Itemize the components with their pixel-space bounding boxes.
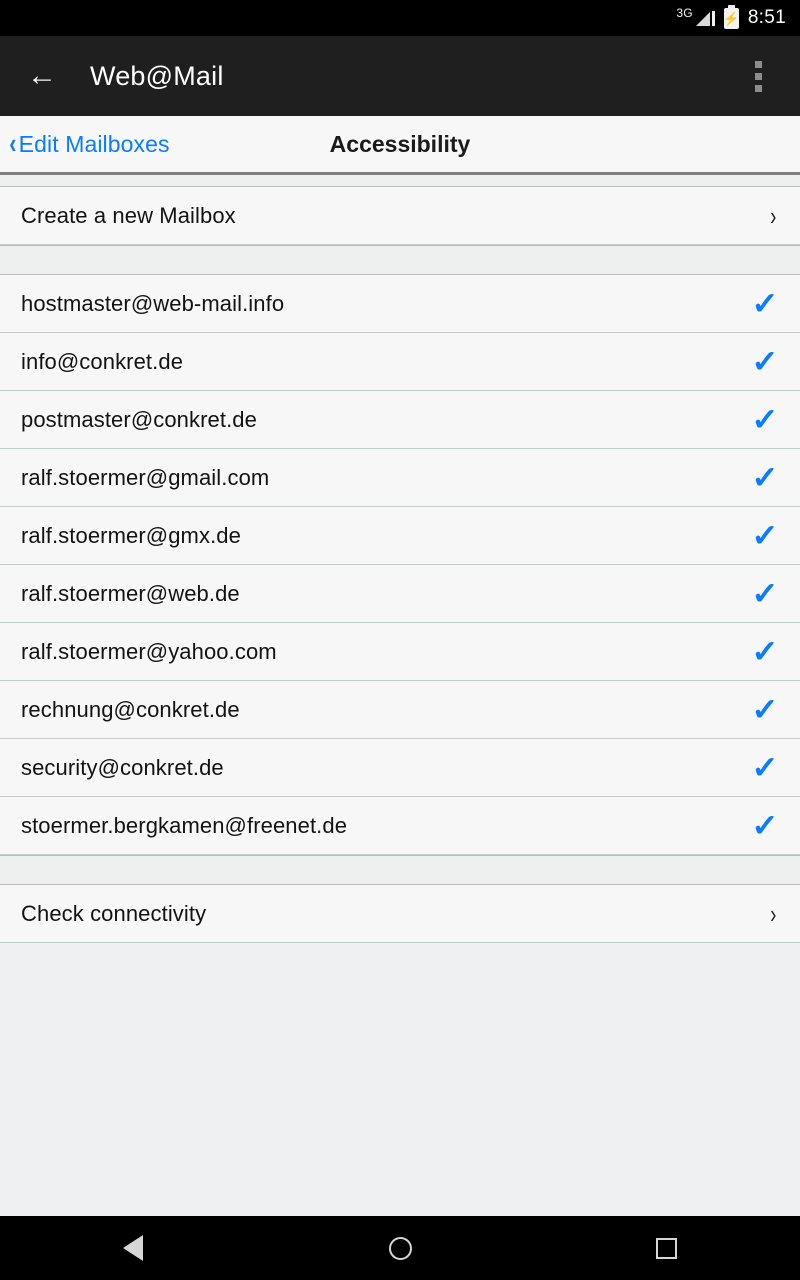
mailbox-email-label: ralf.stoermer@yahoo.com (21, 638, 277, 664)
nav-back-icon[interactable] (0, 1235, 267, 1261)
chevron-right-icon: › (770, 200, 777, 231)
checkmark-icon[interactable]: ✓ (751, 462, 778, 493)
create-mailbox-label: Create a new Mailbox (21, 202, 236, 228)
mailbox-row[interactable]: ralf.stoermer@gmail.com ✓ (0, 449, 800, 507)
mailbox-email-label: security@conkret.de (21, 754, 224, 780)
nav-recents-icon[interactable] (533, 1237, 800, 1259)
mailbox-email-label: rechnung@conkret.de (21, 696, 240, 722)
checkmark-icon[interactable]: ✓ (751, 404, 778, 435)
checkmark-icon[interactable]: ✓ (751, 288, 778, 319)
overflow-menu-icon[interactable] (738, 53, 778, 99)
nav-home-icon[interactable] (267, 1236, 534, 1260)
mailbox-row[interactable]: ralf.stoermer@gmx.de ✓ (0, 507, 800, 565)
battery-charging-icon: ⚡ (723, 4, 739, 29)
checkmark-icon[interactable]: ✓ (751, 636, 778, 667)
create-mailbox-row[interactable]: Create a new Mailbox › (0, 187, 800, 245)
edit-mailboxes-label: Edit Mailboxes (18, 130, 170, 157)
app-bar: ← Web@Mail (0, 36, 800, 116)
system-nav-bar (0, 1216, 800, 1280)
status-bar-clock: 8:51 (747, 7, 786, 28)
mailbox-email-label: info@conkret.de (21, 348, 184, 374)
mailbox-row[interactable]: stoermer.bergkamen@freenet.de ✓ (0, 797, 800, 855)
checkmark-icon[interactable]: ✓ (751, 346, 778, 377)
chevron-left-icon: ‹ (9, 127, 17, 160)
app-title: Web@Mail (90, 60, 224, 91)
chevron-right-icon: › (770, 898, 777, 929)
mailbox-row[interactable]: hostmaster@web-mail.info ✓ (0, 275, 800, 333)
mailbox-row[interactable]: info@conkret.de ✓ (0, 333, 800, 391)
mailbox-row[interactable]: security@conkret.de ✓ (0, 739, 800, 797)
network-type-label: 3G (676, 6, 693, 20)
mailbox-row[interactable]: ralf.stoermer@web.de ✓ (0, 565, 800, 623)
status-bar: 3G ⚡ 8:51 (0, 0, 800, 36)
edit-mailboxes-back-button[interactable]: ‹ Edit Mailboxes (0, 127, 170, 160)
mailbox-email-label: ralf.stoermer@gmx.de (21, 522, 241, 548)
mailbox-email-label: ralf.stoermer@gmail.com (21, 464, 270, 490)
check-connectivity-label: Check connectivity (21, 900, 207, 926)
checkmark-icon[interactable]: ✓ (751, 520, 778, 551)
signal-bars-icon (695, 10, 715, 26)
mailbox-email-label: hostmaster@web-mail.info (21, 290, 285, 316)
section-gap-top (0, 175, 800, 187)
mailbox-row[interactable]: postmaster@conkret.de ✓ (0, 391, 800, 449)
mailbox-email-label: postmaster@conkret.de (21, 406, 257, 432)
check-connectivity-row[interactable]: Check connectivity › (0, 885, 800, 943)
checkmark-icon[interactable]: ✓ (751, 810, 778, 841)
section-gap-mailboxes (0, 245, 800, 275)
mailbox-list: hostmaster@web-mail.info ✓ info@conkret.de… (0, 275, 800, 855)
phone-screen: 3G ⚡ 8:51 ← Web@Mail ‹ Edit Mailboxes Ac… (0, 0, 800, 1280)
mailbox-row[interactable]: rechnung@conkret.de ✓ (0, 681, 800, 739)
mailbox-row[interactable]: ralf.stoermer@yahoo.com ✓ (0, 623, 800, 681)
nav-header: ‹ Edit Mailboxes Accessibility (0, 116, 800, 175)
section-gap-connectivity (0, 855, 800, 885)
checkmark-icon[interactable]: ✓ (751, 694, 778, 725)
checkmark-icon[interactable]: ✓ (751, 752, 778, 783)
back-arrow-icon[interactable]: ← (22, 56, 62, 96)
empty-area (0, 943, 800, 1189)
mailbox-email-label: ralf.stoermer@web.de (21, 580, 240, 606)
checkmark-icon[interactable]: ✓ (751, 578, 778, 609)
mailbox-email-label: stoermer.bergkamen@freenet.de (21, 812, 348, 838)
